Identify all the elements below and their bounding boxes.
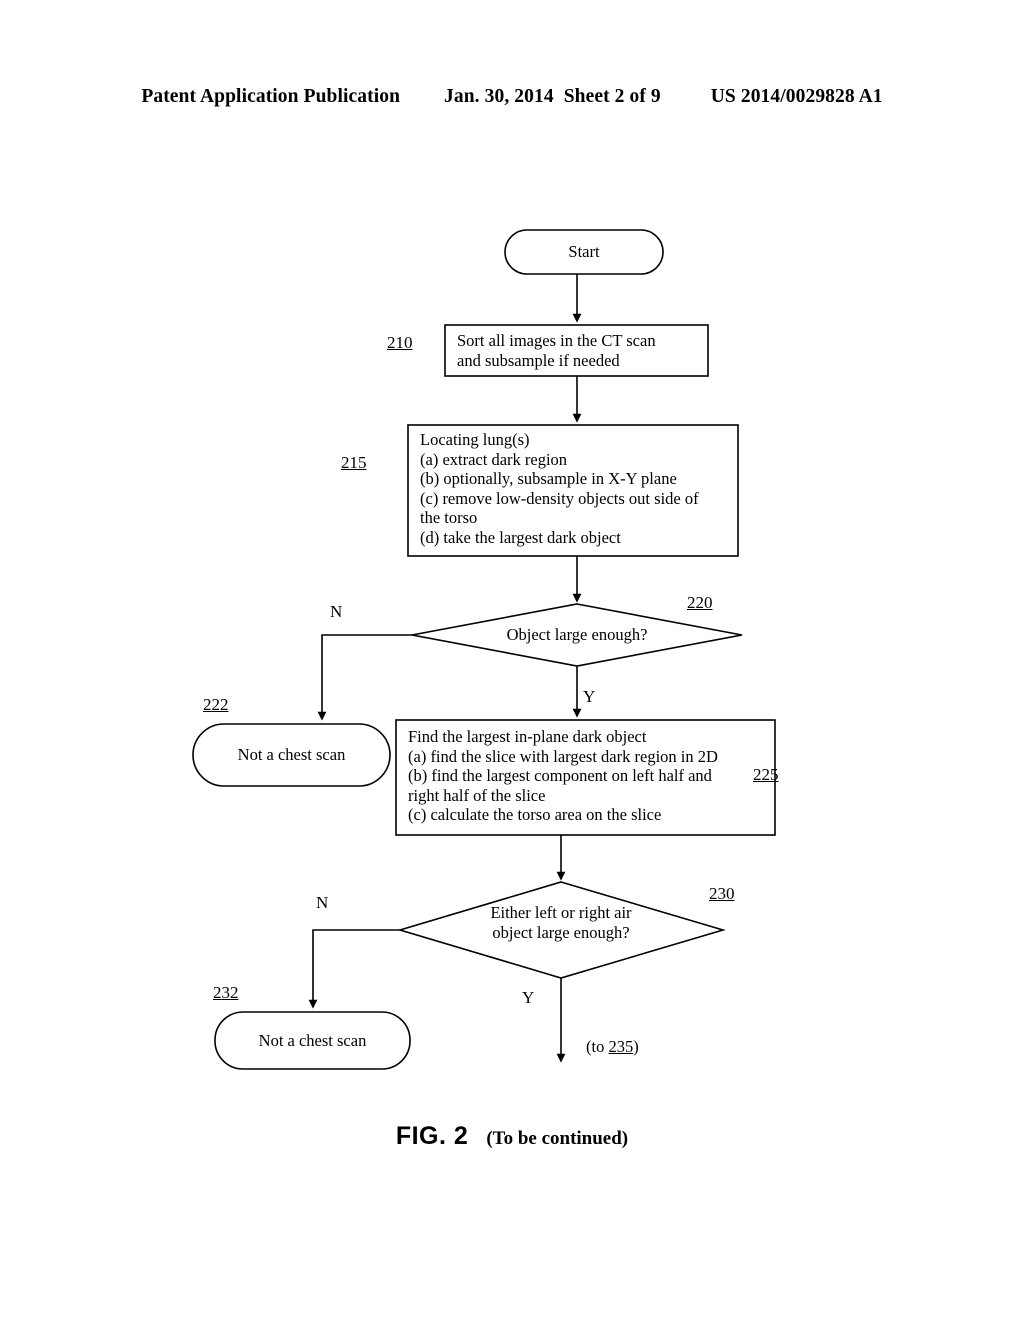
terminal-222-label: Not a chest scan xyxy=(237,745,346,764)
start-terminal-label: Start xyxy=(568,242,600,261)
reference-numeral-215: 215 xyxy=(341,453,367,472)
reference-numeral-210: 210 xyxy=(387,333,413,352)
patent-page: Patent Application Publication Jan. 30, … xyxy=(0,0,1024,1320)
figure-caption: FIG. 2 (To be continued) xyxy=(0,1122,1024,1151)
branch-label-230-yes: Y xyxy=(522,988,535,1007)
branch-label-230-no: N xyxy=(316,893,329,912)
reference-numeral-220: 220 xyxy=(687,593,713,612)
continuation-prefix: (to xyxy=(586,1037,609,1056)
reference-numeral-232: 232 xyxy=(213,983,239,1002)
continuation-suffix: ) xyxy=(633,1037,639,1056)
terminal-232-label: Not a chest scan xyxy=(258,1031,367,1050)
reference-numeral-225: 225 xyxy=(753,765,779,784)
decision-220-label: Object large enough? xyxy=(506,625,648,644)
step-215-label: Locating lung(s) (a) extract dark region… xyxy=(420,430,699,547)
reference-numeral-222: 222 xyxy=(203,695,229,714)
branch-label-220-no: N xyxy=(330,602,343,621)
continuation-ref: 235 xyxy=(608,1037,634,1056)
step-225-label: Find the largest in-plane dark object (a… xyxy=(408,727,718,824)
figure-note: (To be continued) xyxy=(486,1128,629,1149)
figure-label: FIG. 2 xyxy=(395,1122,469,1150)
step-210-label: Sort all images in the CT scan and subsa… xyxy=(457,331,656,370)
connector-230-no-to-232 xyxy=(308,929,400,1009)
branch-label-220-yes: Y xyxy=(583,687,596,706)
decision-230-label: Either left or right air object large en… xyxy=(490,903,632,942)
continuation-label: (to 235) xyxy=(586,1037,639,1057)
reference-numeral-230: 230 xyxy=(709,884,735,903)
connector-220-no-to-222 xyxy=(317,634,412,721)
